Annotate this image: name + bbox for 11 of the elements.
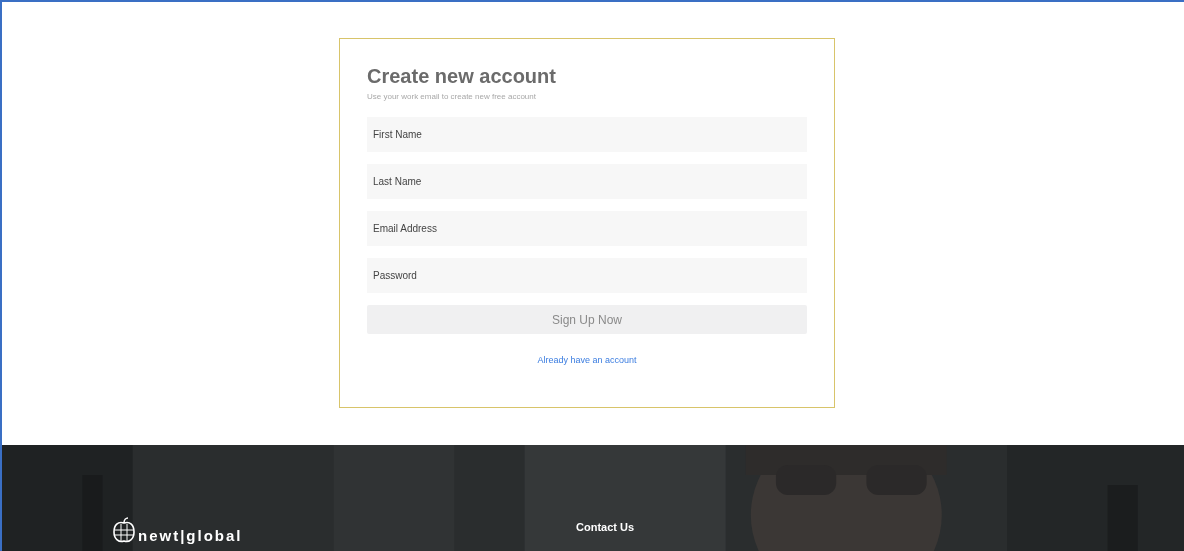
logo-text: newt|global bbox=[138, 528, 243, 543]
sign-up-button[interactable]: Sign Up Now bbox=[367, 305, 807, 334]
form-title: Create new account bbox=[367, 65, 557, 88]
input-field[interactable]: Email Address bbox=[367, 211, 807, 246]
footer-heading: Contact Us bbox=[576, 521, 635, 533]
input-field[interactable]: Password bbox=[367, 258, 807, 293]
input-field[interactable]: First Name bbox=[367, 117, 807, 152]
input-field[interactable]: Last Name bbox=[367, 164, 807, 199]
login-link[interactable]: Already have an account bbox=[537, 355, 637, 365]
form-subtitle: Use your work email to create new free account bbox=[367, 92, 537, 101]
apple-icon bbox=[112, 517, 136, 543]
